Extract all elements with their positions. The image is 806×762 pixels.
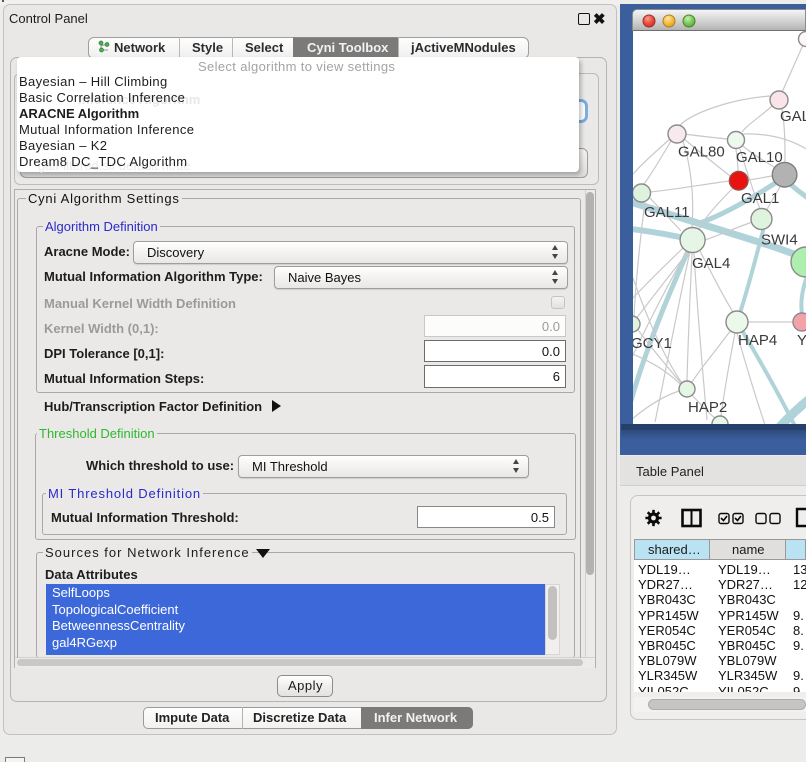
- svg-text:GAL4: GAL4: [692, 255, 730, 272]
- svg-text:GAL1: GAL1: [741, 190, 779, 207]
- svg-text:HAP2: HAP2: [688, 399, 727, 416]
- svg-text:SWI4: SWI4: [761, 232, 798, 249]
- svg-text:GAL7: GAL7: [780, 108, 806, 125]
- svg-text:GAL11: GAL11: [644, 204, 690, 221]
- svg-text:GCY1: GCY1: [633, 335, 672, 352]
- svg-text:GAL80: GAL80: [678, 144, 725, 161]
- svg-text:YP: YP: [797, 332, 806, 349]
- svg-text:HAP4: HAP4: [738, 332, 777, 349]
- svg-text:GAL10: GAL10: [736, 149, 783, 166]
